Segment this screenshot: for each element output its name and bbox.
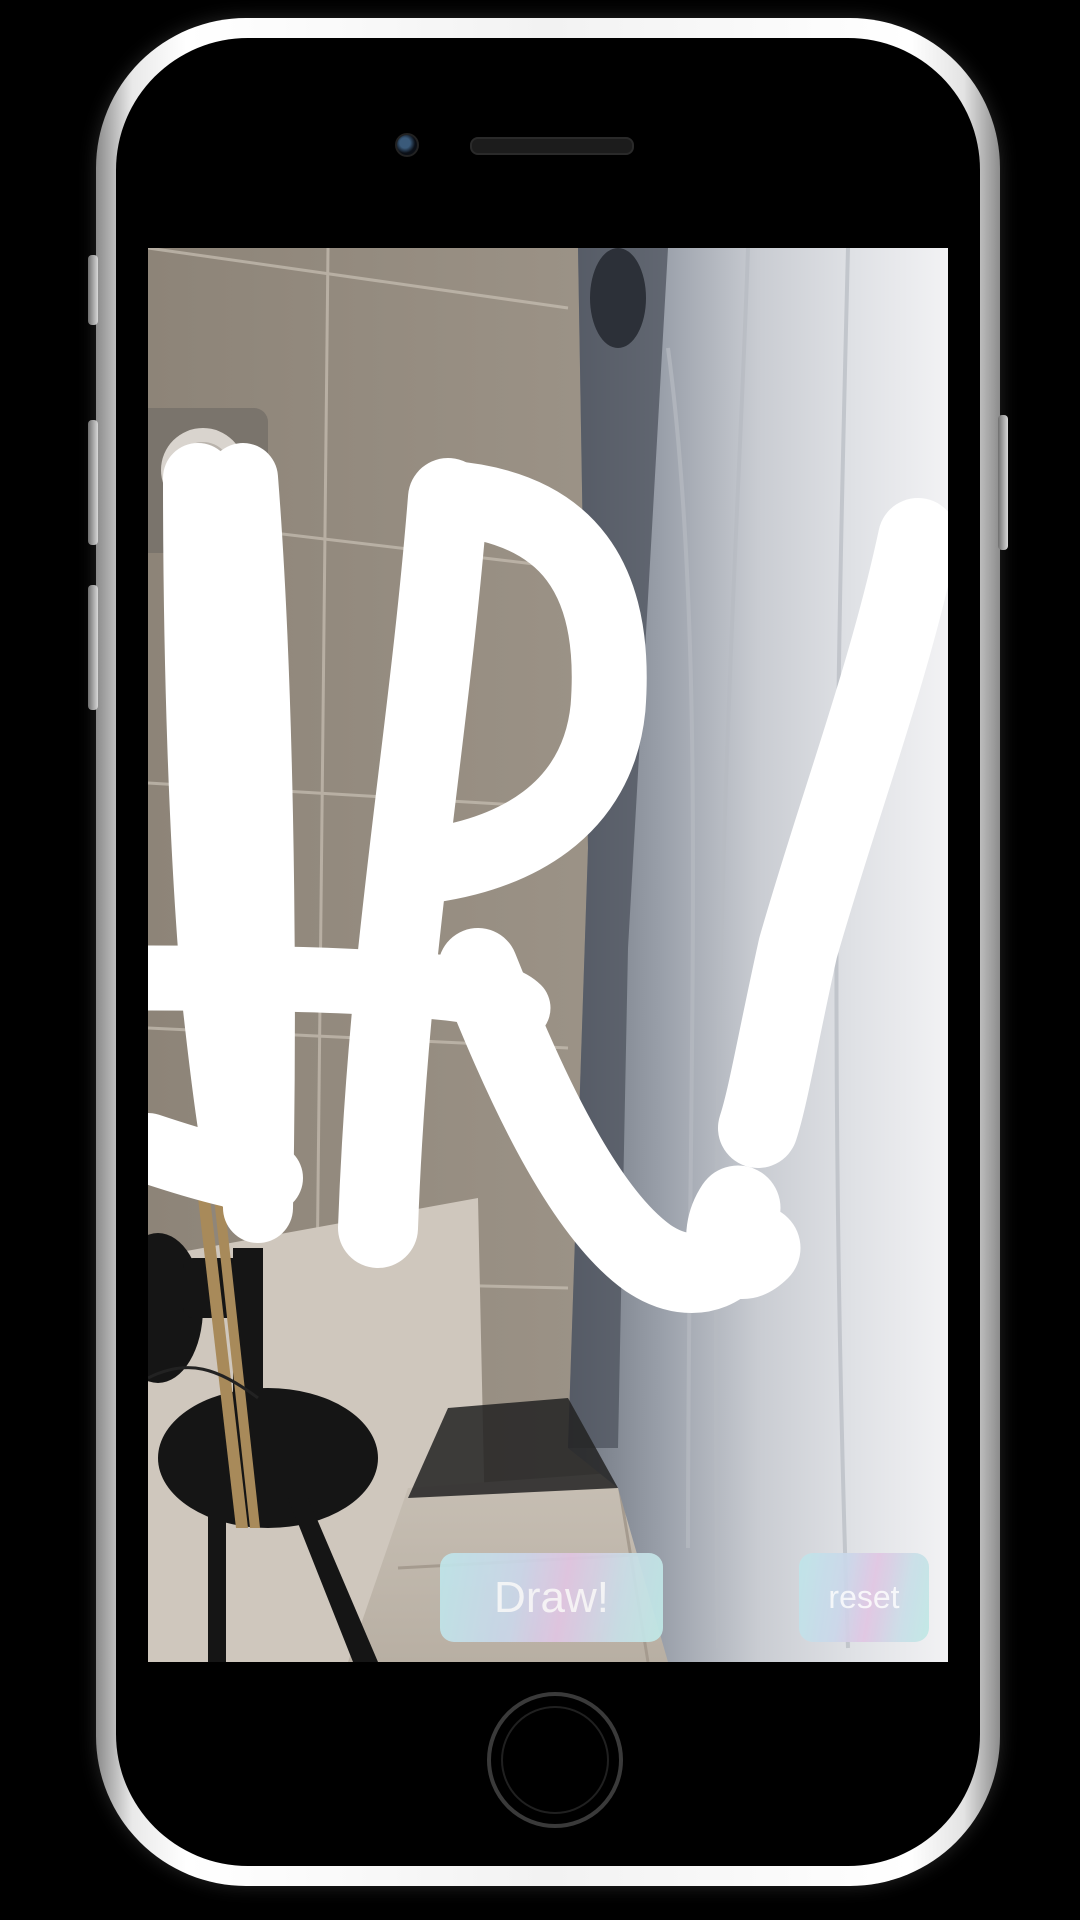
ar-camera-view[interactable]: Draw! reset xyxy=(148,248,948,1662)
home-button-icon[interactable] xyxy=(487,1692,623,1828)
letter-a-right-stroke xyxy=(208,443,295,1243)
draw-button[interactable]: Draw! xyxy=(440,1553,663,1642)
letter-a-lower xyxy=(148,1113,303,1213)
volume-up-button xyxy=(88,420,98,545)
camera-icon xyxy=(395,133,419,157)
ar-scene xyxy=(148,248,948,1662)
exclamation-dot xyxy=(686,1165,801,1299)
volume-down-button xyxy=(88,585,98,710)
earpiece-speaker xyxy=(470,137,634,155)
mute-switch xyxy=(88,255,98,325)
curtain-hook xyxy=(590,248,646,348)
power-button xyxy=(998,415,1008,550)
reset-button[interactable]: reset xyxy=(799,1553,929,1642)
home-button-ring xyxy=(501,1706,609,1814)
